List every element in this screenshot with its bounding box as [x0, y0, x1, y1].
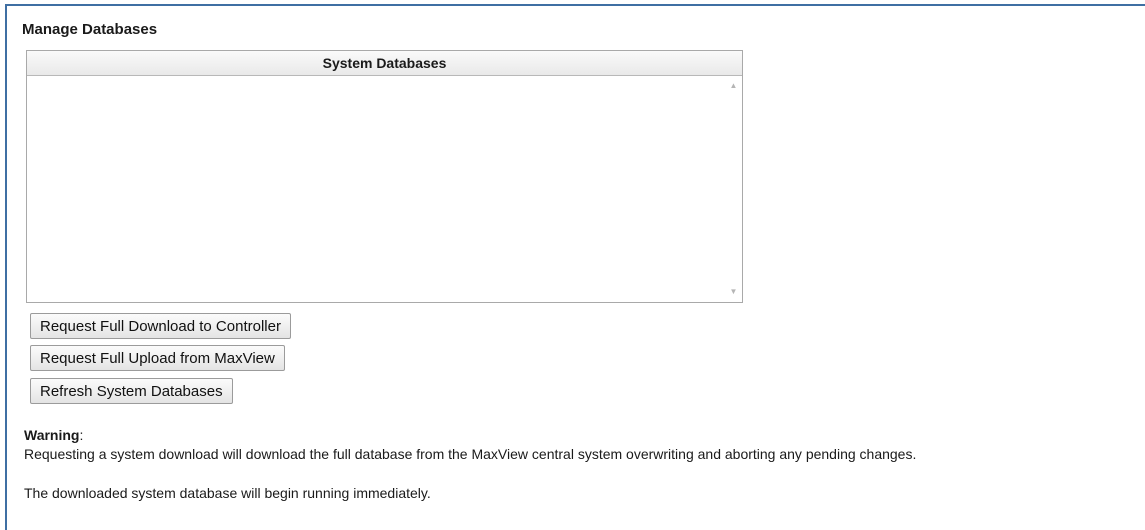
system-databases-list[interactable]: ▲ ▼: [27, 76, 742, 302]
warning-label-text: Warning: [24, 427, 80, 443]
list-scrollbar[interactable]: ▲ ▼: [727, 78, 740, 300]
warning-message: Requesting a system download will downlo…: [24, 446, 917, 462]
warning-label: Warning:: [24, 427, 83, 443]
download-info-note: The downloaded system database will begi…: [24, 485, 431, 501]
scroll-up-icon[interactable]: ▲: [727, 80, 740, 92]
system-databases-panel: System Databases ▲ ▼: [26, 50, 743, 303]
system-databases-header: System Databases: [27, 51, 742, 76]
request-full-upload-button[interactable]: Request Full Upload from MaxView: [30, 345, 285, 371]
request-full-download-button[interactable]: Request Full Download to Controller: [30, 313, 291, 339]
refresh-system-databases-button[interactable]: Refresh System Databases: [30, 378, 233, 404]
scroll-down-icon[interactable]: ▼: [727, 286, 740, 298]
warning-colon: :: [79, 427, 84, 443]
page-title: Manage Databases: [22, 21, 158, 38]
